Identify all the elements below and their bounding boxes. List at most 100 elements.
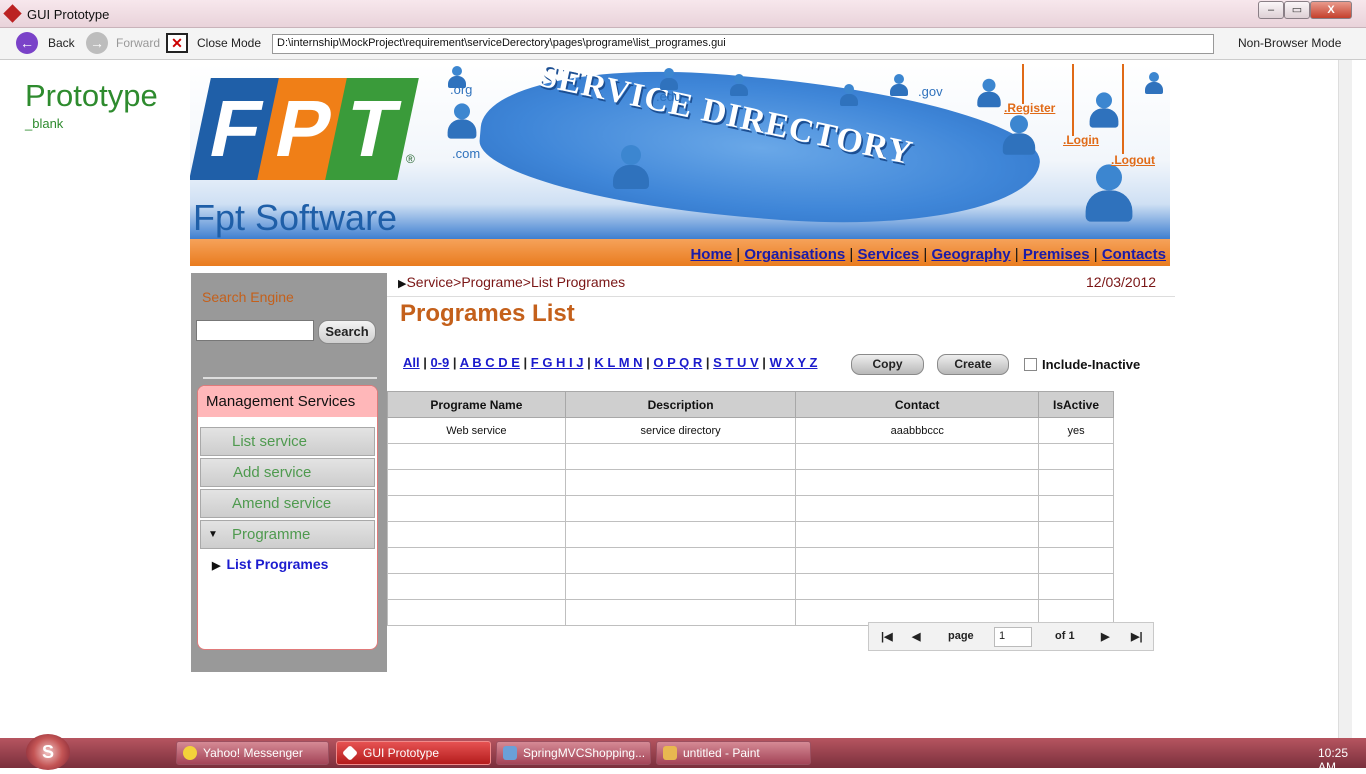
table-row[interactable]: [387, 521, 1114, 548]
last-page-icon[interactable]: ▶|: [1131, 630, 1143, 643]
search-button[interactable]: Search: [318, 320, 376, 344]
search-input[interactable]: [196, 320, 314, 341]
table-row[interactable]: Web service service directory aaabbbccc yes: [387, 417, 1114, 444]
file-path-field[interactable]: D:\internship\MockProject\requirement\se…: [272, 34, 1214, 54]
nav-premises[interactable]: Premises: [1023, 246, 1090, 263]
minimize-button[interactable]: –: [1258, 1, 1284, 19]
include-inactive-checkbox[interactable]: [1024, 358, 1037, 371]
column-header[interactable]: Description: [564, 391, 797, 418]
filter-f-j[interactable]: F G H I J: [531, 355, 584, 370]
management-services-panel: Management Services List service Add ser…: [197, 385, 378, 650]
filter-s-v[interactable]: S T U V: [713, 355, 759, 370]
register-link[interactable]: .Register: [1004, 101, 1055, 115]
close-mode-icon[interactable]: ✕: [166, 33, 188, 53]
nav-separator: |: [732, 246, 745, 263]
table-cell: [1038, 443, 1114, 470]
column-header[interactable]: Programe Name: [387, 391, 566, 418]
vertical-scrollbar[interactable]: [1338, 60, 1352, 738]
taskbar-springmvc[interactable]: SpringMVCShopping...: [496, 741, 651, 765]
register-line: [1022, 64, 1024, 104]
close-window-button[interactable]: X: [1310, 1, 1352, 19]
filter-all[interactable]: All: [403, 355, 420, 370]
taskbar-label: untitled - Paint: [683, 746, 760, 760]
table-header-row: Programe Name Description Contact IsActi…: [387, 391, 1114, 418]
main-navigation: Home | Organisations | Services | Geogra…: [190, 239, 1170, 266]
filter-k-n[interactable]: K L M N: [594, 355, 642, 370]
person-icon: [1002, 115, 1036, 155]
person-icon: [840, 84, 858, 106]
column-header[interactable]: Contact: [795, 391, 1040, 418]
nav-organisations[interactable]: Organisations: [744, 246, 845, 263]
table-row[interactable]: [387, 495, 1114, 522]
prototype-title: Prototype: [25, 78, 158, 113]
table-cell: [387, 495, 566, 522]
nav-home[interactable]: Home: [690, 246, 732, 263]
table-row[interactable]: [387, 443, 1114, 470]
filter-a-e[interactable]: A B C D E: [460, 355, 520, 370]
table-row[interactable]: [387, 547, 1114, 574]
table-row[interactable]: [387, 573, 1114, 600]
table-cell: [564, 547, 797, 574]
submenu-list-programes[interactable]: ▶ List Programes: [212, 556, 328, 572]
close-mode-button[interactable]: Close Mode: [197, 36, 261, 50]
first-page-icon[interactable]: |◀: [881, 630, 893, 643]
person-icon: [1145, 72, 1163, 94]
menu-programme[interactable]: ▼ Programme: [200, 520, 375, 549]
search-engine-title: Search Engine: [202, 289, 294, 305]
nav-separator: |: [1010, 246, 1023, 263]
page-label: page: [948, 630, 974, 642]
page-number-input[interactable]: 1: [994, 627, 1032, 647]
app-icon: [342, 745, 358, 761]
breadcrumb: ▶Service>Programe>List Programes: [398, 274, 625, 290]
back-arrow-icon[interactable]: ←: [16, 32, 38, 54]
person-icon: [448, 66, 466, 88]
table-cell: aaabbbccc: [795, 417, 1040, 444]
menu-list-service[interactable]: List service: [200, 427, 375, 456]
filter-0-9[interactable]: 0-9: [431, 355, 450, 370]
column-header[interactable]: IsActive: [1038, 391, 1114, 418]
table-cell: [1038, 547, 1114, 574]
pagination: |◀ ◀ page 1 of 1 ▶ ▶|: [868, 622, 1154, 651]
taskbar-paint[interactable]: untitled - Paint: [656, 741, 811, 765]
taskbar-yahoo-messenger[interactable]: Yahoo! Messenger: [176, 741, 329, 765]
create-button[interactable]: Create: [937, 354, 1009, 375]
next-page-icon[interactable]: ▶: [1101, 630, 1109, 643]
taskbar-gui-prototype[interactable]: GUI Prototype: [336, 741, 491, 765]
filter-o-r[interactable]: O P Q R: [653, 355, 702, 370]
table-cell: [1038, 521, 1114, 548]
nav-services[interactable]: Services: [857, 246, 919, 263]
table-cell: [387, 521, 566, 548]
management-services-title: Management Services: [198, 386, 377, 417]
table-cell: [795, 547, 1040, 574]
forward-arrow-icon[interactable]: →: [86, 32, 108, 54]
non-browser-mode-button[interactable]: Non-Browser Mode: [1238, 36, 1341, 50]
back-button[interactable]: Back: [48, 36, 75, 50]
breadcrumb-text: Service>Programe>List Programes: [406, 274, 626, 290]
filter-w-z[interactable]: W X Y Z: [770, 355, 818, 370]
login-link[interactable]: .Login: [1063, 133, 1099, 147]
table-cell: [387, 469, 566, 496]
copy-button[interactable]: Copy: [851, 354, 924, 375]
forward-button[interactable]: Forward: [116, 36, 160, 50]
restore-button[interactable]: ▭: [1284, 1, 1310, 19]
caret-right-icon: ▶: [212, 560, 221, 572]
table-cell: service directory: [564, 417, 797, 444]
nav-contacts[interactable]: Contacts: [1102, 246, 1166, 263]
alphabet-filter: All | 0-9 | A B C D E | F G H I J | K L …: [403, 355, 818, 370]
domain-com: .com: [452, 146, 481, 161]
window-title: GUI Prototype: [27, 7, 110, 22]
previous-page-icon[interactable]: ◀: [912, 630, 920, 643]
taskbar-label: SpringMVCShopping...: [523, 746, 646, 760]
menu-add-service[interactable]: Add service: [200, 458, 375, 487]
logout-link[interactable]: .Logout: [1111, 153, 1155, 167]
table-row[interactable]: [387, 469, 1114, 496]
table-cell: [1038, 495, 1114, 522]
nav-geography[interactable]: Geography: [931, 246, 1010, 263]
table-cell: [1038, 573, 1114, 600]
person-icon: [1089, 92, 1119, 128]
person-icon: [447, 103, 477, 139]
menu-amend-service[interactable]: Amend service: [200, 489, 375, 518]
table-cell: [564, 521, 797, 548]
start-button[interactable]: S: [26, 734, 70, 770]
table-cell: [387, 443, 566, 470]
